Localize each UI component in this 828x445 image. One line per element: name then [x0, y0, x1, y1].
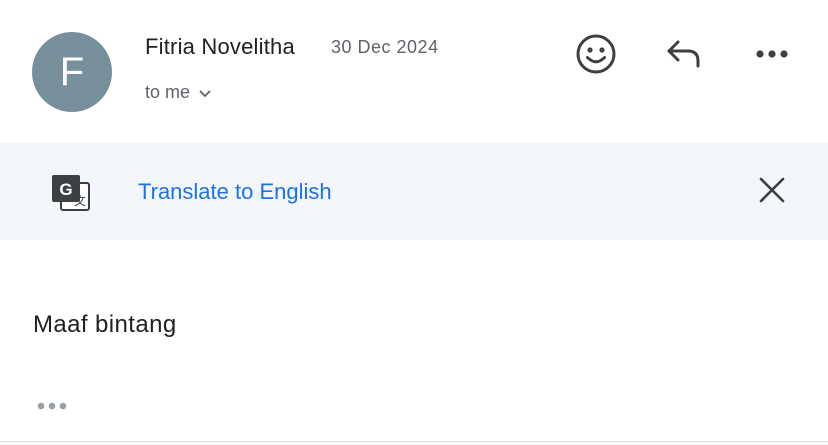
- sender-name[interactable]: Fitria Novelitha: [145, 34, 295, 60]
- more-options-button[interactable]: [748, 32, 796, 80]
- message-body-text: Maaf bintang: [33, 311, 177, 338]
- avatar-initial: F: [59, 49, 85, 94]
- translate-to-english-link[interactable]: Translate to English: [138, 179, 332, 205]
- svg-text:文: 文: [74, 193, 86, 208]
- close-x-icon: [759, 177, 785, 208]
- show-trimmed-content-button[interactable]: [30, 394, 74, 422]
- google-translate-icon: G 文: [50, 174, 92, 212]
- message-header: F Fitria Novelitha 30 Dec 2024 to me: [0, 0, 828, 143]
- reply-arrow-icon: [664, 36, 704, 77]
- chevron-down-icon: [198, 87, 212, 101]
- svg-text:G: G: [59, 180, 72, 199]
- reply-button[interactable]: [660, 32, 708, 80]
- recipient-details-toggle[interactable]: to me: [145, 82, 212, 103]
- message-date: 30 Dec 2024: [331, 37, 439, 57]
- smiley-face-icon: [574, 32, 618, 81]
- more-horizontal-icon: [754, 47, 790, 65]
- sender-avatar[interactable]: F: [32, 32, 112, 112]
- ellipsis-icon: [34, 399, 70, 417]
- divider: [0, 441, 828, 442]
- add-emoji-reaction-button[interactable]: [572, 32, 620, 80]
- close-translate-banner-button[interactable]: [748, 168, 796, 216]
- translate-banner: G 文 Translate to English: [0, 143, 828, 240]
- recipient-label: to me: [145, 82, 191, 102]
